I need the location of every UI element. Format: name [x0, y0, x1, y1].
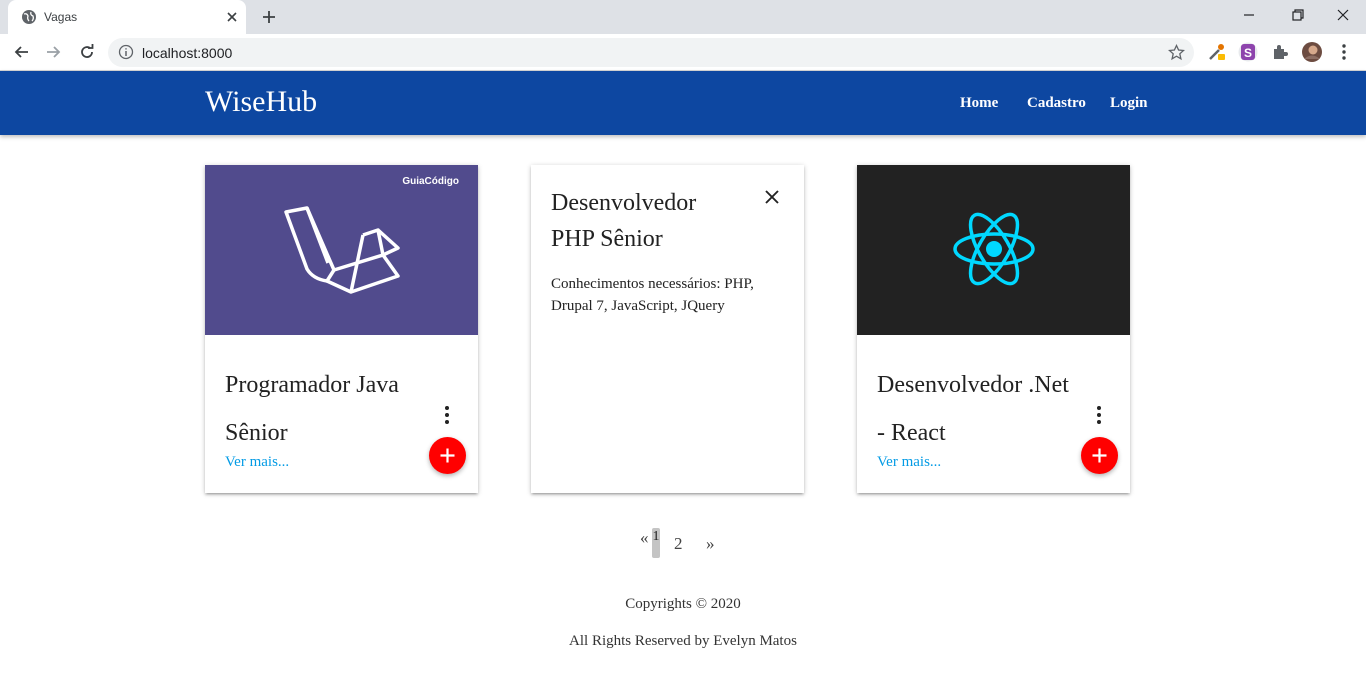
- nav-home[interactable]: Home: [960, 95, 998, 112]
- more-menu-icon[interactable]: [1334, 42, 1354, 62]
- react-logo-icon: [953, 212, 1035, 286]
- reload-icon[interactable]: [77, 42, 97, 62]
- close-window-icon[interactable]: [1331, 5, 1355, 25]
- eyedropper-extension-icon[interactable]: [1207, 42, 1227, 62]
- pagination-page-label: 1: [652, 529, 660, 544]
- forward-icon[interactable]: [43, 42, 63, 62]
- pagination-page[interactable]: 2: [674, 534, 683, 554]
- pagination-page-active[interactable]: 1: [652, 528, 660, 558]
- minimize-icon[interactable]: [1237, 5, 1261, 25]
- footer-copyright: Copyrights © 2020: [625, 596, 741, 612]
- pagination-next[interactable]: »: [706, 534, 715, 554]
- close-tab-icon[interactable]: [224, 9, 240, 25]
- card-title[interactable]: Desenvolvedor .Net - React: [877, 361, 1077, 457]
- add-fab-button[interactable]: [429, 437, 466, 474]
- profile-avatar[interactable]: [1302, 42, 1322, 62]
- new-tab-icon[interactable]: [260, 8, 278, 26]
- browser-toolbar: localhost:8000 S: [0, 34, 1366, 71]
- nav-login[interactable]: Login: [1110, 95, 1148, 112]
- ver-mais-link[interactable]: Ver mais...: [877, 454, 941, 471]
- card-reveal-text: Conhecimentos necessários: PHP, Drupal 7…: [551, 276, 754, 314]
- s-extension-icon[interactable]: S: [1238, 42, 1258, 62]
- brand-logo[interactable]: WiseHub: [205, 85, 317, 119]
- card-title[interactable]: Programador Java Sênior: [225, 361, 425, 457]
- restore-icon[interactable]: [1285, 5, 1309, 25]
- job-card-revealed: Desenvolvedor PHP Sênior Conhecimentos n…: [531, 165, 804, 493]
- more-vert-icon[interactable]: [443, 405, 451, 425]
- url-text: localhost:8000: [142, 45, 233, 61]
- more-vert-icon[interactable]: [1095, 405, 1103, 425]
- svg-text:S: S: [1244, 46, 1252, 60]
- laravel-logo-icon: [284, 206, 400, 294]
- plus-icon: [1092, 448, 1107, 463]
- back-icon[interactable]: [12, 42, 32, 62]
- job-card: Desenvolvedor .Net - React Ver mais...: [857, 165, 1130, 493]
- pagination-prev[interactable]: «: [640, 528, 649, 548]
- footer-rights: All Rights Reserved by Evelyn Matos: [569, 633, 797, 649]
- close-icon[interactable]: [763, 188, 781, 206]
- tab-title: Vagas: [44, 10, 78, 24]
- job-card: GuiaCódigo Programador Java Sênior Ver m…: [205, 165, 478, 493]
- app-navbar: WiseHub Home Cadastro Login: [0, 71, 1366, 135]
- card-reveal-title: Desenvolvedor PHP Sênior: [551, 190, 697, 252]
- globe-icon: [22, 10, 36, 24]
- puzzle-extensions-icon[interactable]: [1270, 42, 1290, 62]
- ver-mais-link[interactable]: Ver mais...: [225, 454, 289, 471]
- plus-icon: [440, 448, 455, 463]
- add-fab-button[interactable]: [1081, 437, 1118, 474]
- card-image[interactable]: GuiaCódigo: [205, 165, 478, 335]
- browser-tab-strip: Vagas: [0, 0, 1366, 34]
- nav-cadastro[interactable]: Cadastro: [1027, 95, 1086, 112]
- address-bar[interactable]: localhost:8000: [108, 38, 1194, 67]
- bookmark-star-icon[interactable]: [1168, 44, 1185, 61]
- image-badge: GuiaCódigo: [402, 176, 459, 187]
- card-image[interactable]: [857, 165, 1130, 335]
- info-icon[interactable]: [118, 44, 134, 60]
- browser-tab[interactable]: Vagas: [8, 0, 246, 34]
